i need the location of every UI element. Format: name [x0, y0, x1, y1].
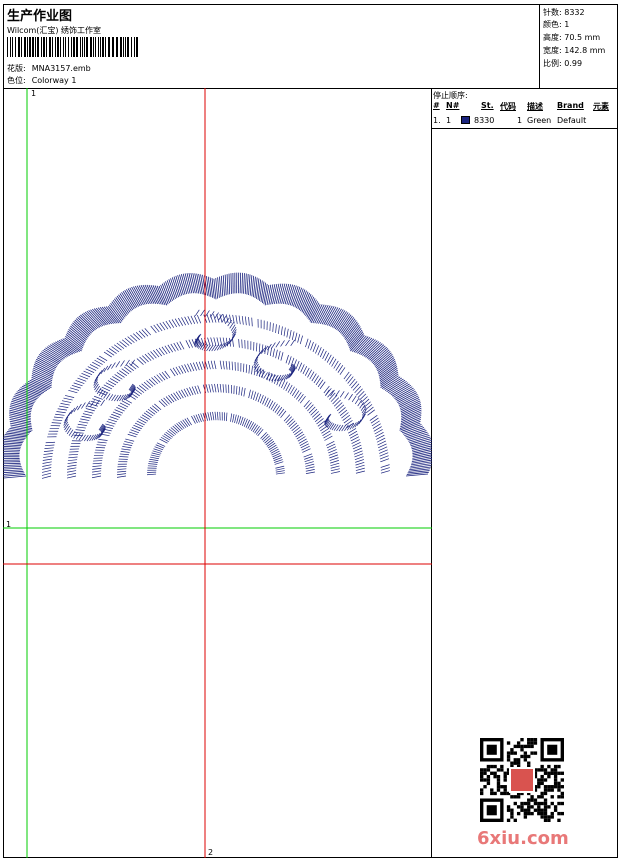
- row-description: Green: [527, 116, 552, 125]
- embroidery-fan-design: [3, 272, 432, 479]
- row-code: 1: [517, 116, 523, 125]
- colorway-row: 色位: Colorway 1: [7, 75, 82, 86]
- thread-color-swatch: [461, 116, 470, 124]
- stat-height: 高度: 70.5 mm: [543, 33, 601, 42]
- watermark-text: 6xiu.com: [477, 828, 569, 849]
- row-stitches: 8330: [474, 116, 495, 125]
- stop-sequence-header: # N# St. 代码 描述 Brand 元素: [433, 101, 616, 111]
- design-file-label: 花版:: [7, 64, 26, 73]
- col-code: 代码: [500, 102, 516, 111]
- row-needle: 1: [446, 116, 452, 125]
- barcode-image: [7, 37, 138, 57]
- col-element: 元素: [593, 102, 609, 111]
- stop-sequence-row: 1. 1 8330 1 Green Default: [433, 116, 616, 126]
- embroidery-design-view: [3, 88, 432, 858]
- colorway-label: 色位:: [7, 76, 26, 85]
- colorway-value: Colorway 1: [31, 76, 77, 85]
- guide-horizontal-green-label: 1: [6, 520, 12, 529]
- panel-divider: [431, 128, 618, 129]
- stat-width: 宽度: 142.8 mm: [543, 46, 606, 55]
- stat-colors: 颜色: 1: [543, 20, 570, 29]
- company-name: Wilcom(汇宝) 绣饰工作室: [7, 26, 102, 35]
- stop-sequence-title: 停止顺序:: [433, 91, 468, 100]
- guide-vertical-green-label: 1: [31, 89, 37, 98]
- guide-vertical-red-label: 2: [208, 848, 214, 857]
- design-file-value: MNA3157.emb: [31, 64, 91, 73]
- stat-stitches: 针数: 8332: [543, 8, 585, 17]
- col-needle: N#: [446, 101, 460, 110]
- page-title: 生产作业图: [7, 9, 73, 24]
- col-brand: Brand: [557, 101, 584, 110]
- qr-code-image: [480, 738, 564, 822]
- col-index: #: [433, 101, 440, 110]
- design-file-row: 花版: MNA3157.emb: [7, 63, 97, 74]
- row-index: 1.: [433, 116, 441, 125]
- col-stitches: St.: [481, 101, 494, 110]
- stat-scale: 比例: 0.99: [543, 59, 583, 68]
- col-description: 描述: [527, 102, 543, 111]
- row-brand: Default: [557, 116, 587, 125]
